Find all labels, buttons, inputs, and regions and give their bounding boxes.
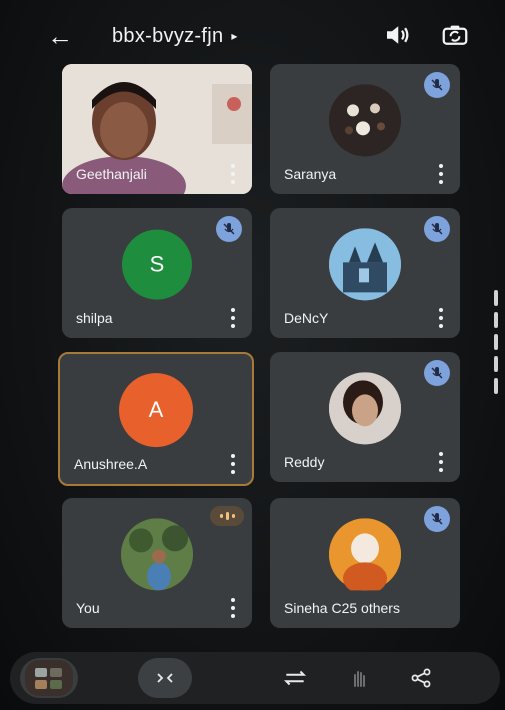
meeting-code-header[interactable]: bbx-bvyz-fjn ▸ bbox=[112, 22, 237, 50]
participant-tile-anushree[interactable]: A Anushree.A bbox=[58, 352, 254, 486]
participant-tile-reddy[interactable]: Reddy bbox=[270, 352, 460, 482]
share-icon[interactable] bbox=[394, 658, 448, 698]
meeting-code[interactable]: bbx-bvyz-fjn bbox=[112, 25, 223, 48]
more-options-icon[interactable] bbox=[228, 308, 238, 328]
avatar bbox=[329, 228, 401, 301]
speaker-icon[interactable] bbox=[382, 20, 412, 50]
participant-name: Anushree.A bbox=[74, 456, 148, 472]
mic-off-icon bbox=[424, 506, 450, 532]
participant-name: Geethanjali bbox=[76, 166, 147, 182]
more-options-icon[interactable] bbox=[436, 452, 446, 472]
chevron-right-icon[interactable]: ▸ bbox=[231, 29, 237, 43]
participant-tile-shilpa[interactable]: S shilpa bbox=[62, 208, 252, 338]
avatar bbox=[329, 372, 401, 445]
participant-name: DeNcY bbox=[284, 310, 329, 326]
participant-name: Sineha C25 others bbox=[284, 600, 400, 616]
participant-tile-saranya[interactable]: Saranya bbox=[270, 64, 460, 194]
mic-off-icon bbox=[424, 72, 450, 98]
mic-off-icon bbox=[424, 360, 450, 386]
participant-name: Saranya bbox=[284, 166, 337, 182]
flip-camera-icon[interactable] bbox=[268, 658, 322, 698]
app-bar: ← bbx-bvyz-fjn ▸ bbox=[0, 14, 505, 58]
avatar bbox=[329, 84, 401, 157]
avatar bbox=[121, 518, 193, 591]
meet-screen: ← bbx-bvyz-fjn ▸ Geethanjali Saranya S s… bbox=[0, 0, 505, 710]
call-controls-bar bbox=[10, 652, 500, 704]
participant-tile-you[interactable]: You bbox=[62, 498, 252, 628]
more-options-icon[interactable] bbox=[436, 308, 446, 328]
avatar bbox=[329, 518, 401, 591]
more-options-icon[interactable] bbox=[228, 598, 238, 618]
more-options-icon[interactable] bbox=[436, 164, 446, 184]
avatar-initial: S bbox=[122, 229, 192, 300]
more-options-icon[interactable] bbox=[228, 454, 238, 474]
participant-tile-dency[interactable]: DeNcY bbox=[270, 208, 460, 338]
grid-thumbnail[interactable] bbox=[20, 658, 78, 698]
avatar-initial: A bbox=[119, 373, 193, 448]
hand-icon[interactable] bbox=[332, 658, 386, 698]
mic-off-icon bbox=[424, 216, 450, 242]
speaking-indicator-icon bbox=[210, 506, 244, 526]
mic-off-icon bbox=[216, 216, 242, 242]
participant-tile-geethanjali[interactable]: Geethanjali bbox=[62, 64, 252, 194]
flip-camera-icon[interactable] bbox=[440, 20, 470, 50]
scroll-indicator[interactable] bbox=[494, 290, 500, 420]
captions-icon[interactable] bbox=[138, 658, 192, 698]
participant-name: Reddy bbox=[284, 454, 325, 470]
participant-name: You bbox=[76, 600, 100, 616]
more-options-icon[interactable] bbox=[228, 164, 238, 184]
participant-tile-others[interactable]: Sineha C25 others bbox=[270, 498, 460, 628]
participant-name: shilpa bbox=[76, 310, 113, 326]
arrow-back-icon[interactable]: ← bbox=[44, 20, 76, 52]
